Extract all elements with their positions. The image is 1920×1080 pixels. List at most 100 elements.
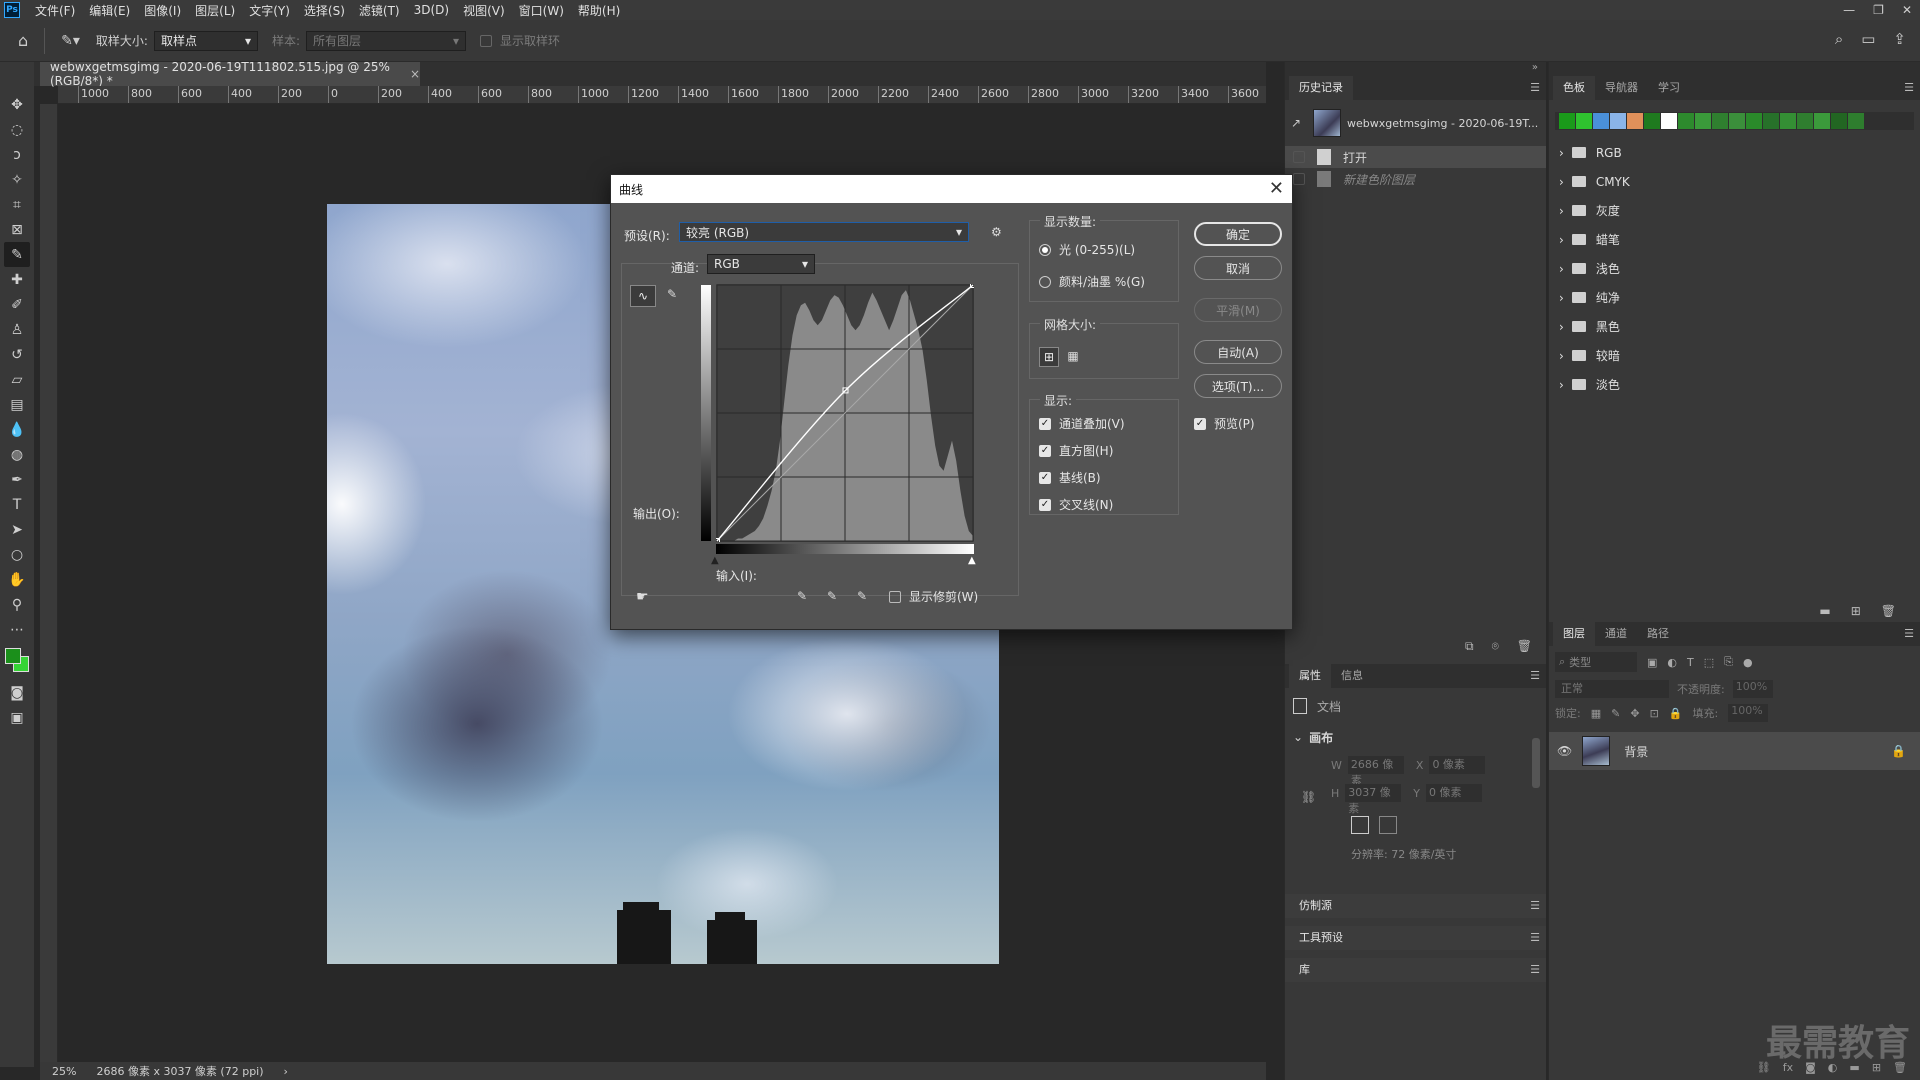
chevron-right-icon[interactable]: ›	[1559, 175, 1564, 189]
path-selection-tool-icon[interactable]: ➤	[4, 517, 30, 542]
color-swatch[interactable]	[1610, 113, 1626, 129]
color-swatch[interactable]	[1678, 113, 1694, 129]
magic-wand-tool-icon[interactable]: ✧	[4, 167, 30, 192]
curve-point-tool-icon[interactable]: ∿	[630, 285, 656, 307]
search-icon[interactable]: ⌕	[1835, 30, 1843, 48]
history-brush-tool-icon[interactable]: ↺	[4, 342, 30, 367]
horizontal-ruler[interactable]: 1000 800 600 400 200 0 200 400 600 800 1000 1200 140…	[58, 86, 1266, 104]
color-swatch[interactable]	[1746, 113, 1762, 129]
eraser-tool-icon[interactable]: ▱	[4, 367, 30, 392]
new-folder-icon[interactable]: ▬	[1819, 604, 1830, 618]
canvas-x-field[interactable]: 0 像素	[1429, 756, 1486, 774]
brush-tool-icon[interactable]: ✐	[4, 292, 30, 317]
swatch-group[interactable]: › CMYK	[1549, 167, 1920, 196]
collapsed-panel-libraries[interactable]: 库 ☰	[1285, 958, 1546, 982]
lock-position-icon[interactable]: ✥	[1630, 707, 1639, 720]
restore-icon[interactable]: ❐	[1873, 3, 1884, 17]
vertical-ruler[interactable]	[40, 104, 58, 1066]
light-radio[interactable]	[1039, 243, 1051, 256]
landscape-orientation-icon[interactable]	[1379, 816, 1397, 834]
fill-field[interactable]: 100%	[1728, 704, 1769, 722]
shape-filter-icon[interactable]: ⬚	[1704, 656, 1714, 669]
swatch-group[interactable]: › 黑色	[1549, 312, 1920, 341]
color-swatch[interactable]	[1780, 113, 1796, 129]
color-swatch[interactable]	[1797, 113, 1813, 129]
portrait-orientation-icon[interactable]	[1351, 816, 1369, 834]
chevron-right-icon[interactable]: ›	[1559, 204, 1564, 218]
history-state-checkbox[interactable]	[1293, 173, 1305, 185]
pigment-radio-row[interactable]: 颜料/油墨 %(G)	[1039, 273, 1145, 290]
hand-tool-icon[interactable]: ✋	[4, 567, 30, 592]
chevron-right-icon[interactable]: ›	[1559, 291, 1564, 305]
channel-overlay-checkbox[interactable]: ✓	[1039, 417, 1051, 430]
preset-options-gear-icon[interactable]: ⚙	[991, 225, 1002, 239]
panel-menu-icon[interactable]: ☰	[1530, 669, 1540, 682]
screen-mode-icon[interactable]: ▣	[4, 705, 30, 730]
pixel-filter-icon[interactable]: ▣	[1647, 656, 1657, 669]
dialog-titlebar[interactable]: 曲线 ✕	[611, 175, 1292, 203]
blend-mode-select[interactable]: 正常	[1555, 680, 1669, 698]
chevron-right-icon[interactable]: ›	[1559, 233, 1564, 247]
channel-select[interactable]: RGB ▾	[707, 254, 815, 274]
history-state-checkbox[interactable]	[1293, 151, 1305, 163]
more-tools-icon[interactable]: ⋯	[4, 617, 30, 642]
panel-menu-icon[interactable]: ☰	[1530, 899, 1540, 912]
menu-type[interactable]: 文字(Y)	[242, 2, 297, 19]
zoom-tool-icon[interactable]: ⚲	[4, 592, 30, 617]
menu-filter[interactable]: 滤镜(T)	[352, 2, 407, 19]
canvas-y-field[interactable]: 0 像素	[1426, 784, 1483, 802]
filter-toggle-icon[interactable]: ●	[1743, 656, 1753, 669]
history-item[interactable]: 新建色阶图层	[1285, 168, 1546, 190]
chevron-right-icon[interactable]: ›	[284, 1065, 288, 1078]
foreground-color[interactable]	[5, 648, 21, 664]
tab-channels[interactable]: 通道	[1595, 622, 1637, 646]
menu-select[interactable]: 选择(S)	[297, 2, 352, 19]
gradient-tool-icon[interactable]: ▤	[4, 392, 30, 417]
chevron-right-icon[interactable]: ›	[1559, 262, 1564, 276]
clone-stamp-tool-icon[interactable]: ♙	[4, 317, 30, 342]
panel-menu-icon[interactable]: ☰	[1530, 963, 1540, 976]
collapse-panels-icon[interactable]: »	[1285, 62, 1546, 76]
swatch-group[interactable]: › 蜡笔	[1549, 225, 1920, 254]
lasso-tool-icon[interactable]: ↄ	[4, 142, 30, 167]
link-icon[interactable]: ⛓	[1301, 790, 1316, 804]
workspace-icon[interactable]: ▭	[1861, 30, 1875, 48]
tab-learn[interactable]: 学习	[1648, 76, 1690, 100]
healing-tool-icon[interactable]: ✚	[4, 267, 30, 292]
frame-tool-icon[interactable]: ⊠	[4, 217, 30, 242]
dodge-tool-icon[interactable]: ◍	[4, 442, 30, 467]
show-clipping-row[interactable]: 显示修剪(W)	[889, 588, 978, 605]
color-swatch[interactable]	[1576, 113, 1592, 129]
light-radio-row[interactable]: 光 (0-255)(L)	[1039, 241, 1135, 258]
tab-navigator[interactable]: 导航器	[1595, 76, 1648, 100]
color-swatch[interactable]	[1763, 113, 1779, 129]
eyedropper-tool-icon[interactable]: ✎	[4, 242, 30, 267]
close-window-icon[interactable]: ✕	[1902, 3, 1912, 17]
show-clipping-checkbox[interactable]	[889, 590, 901, 603]
black-eyedropper-icon[interactable]: ✎	[797, 589, 807, 603]
color-swatch[interactable]	[1848, 113, 1864, 129]
move-tool-icon[interactable]: ✥	[4, 92, 30, 117]
color-swatch[interactable]	[1627, 113, 1643, 129]
color-swatch[interactable]	[1661, 113, 1677, 129]
gray-eyedropper-icon[interactable]: ✎	[827, 589, 837, 603]
preset-select[interactable]: 较亮 (RGB) ▾	[679, 222, 969, 242]
smooth-button[interactable]: 平滑(M)	[1194, 298, 1282, 322]
menu-layer[interactable]: 图层(L)	[188, 2, 242, 19]
menu-3d[interactable]: 3D(D)	[407, 3, 456, 17]
chevron-right-icon[interactable]: ›	[1559, 320, 1564, 334]
tab-properties[interactable]: 属性	[1289, 664, 1331, 688]
share-icon[interactable]: ⇪	[1893, 30, 1906, 48]
preview-checkbox[interactable]: ✓	[1194, 417, 1206, 430]
cancel-button[interactable]: 取消	[1194, 256, 1282, 280]
collapsed-panel-tool-presets[interactable]: 工具预设 ☰	[1285, 926, 1546, 950]
detailed-grid-icon[interactable]: ▦	[1063, 347, 1083, 367]
color-swatch[interactable]	[1593, 113, 1609, 129]
menu-edit[interactable]: 编辑(E)	[82, 2, 137, 19]
tab-paths[interactable]: 路径	[1637, 622, 1679, 646]
layer-row[interactable]: 👁 背景 🔒	[1549, 732, 1920, 770]
lock-transparent-icon[interactable]: ▦	[1591, 707, 1601, 720]
swatch-group[interactable]: › 淡色	[1549, 370, 1920, 399]
eye-icon[interactable]: 👁	[1557, 744, 1572, 758]
lock-all-icon[interactable]: 🔒	[1669, 707, 1683, 720]
